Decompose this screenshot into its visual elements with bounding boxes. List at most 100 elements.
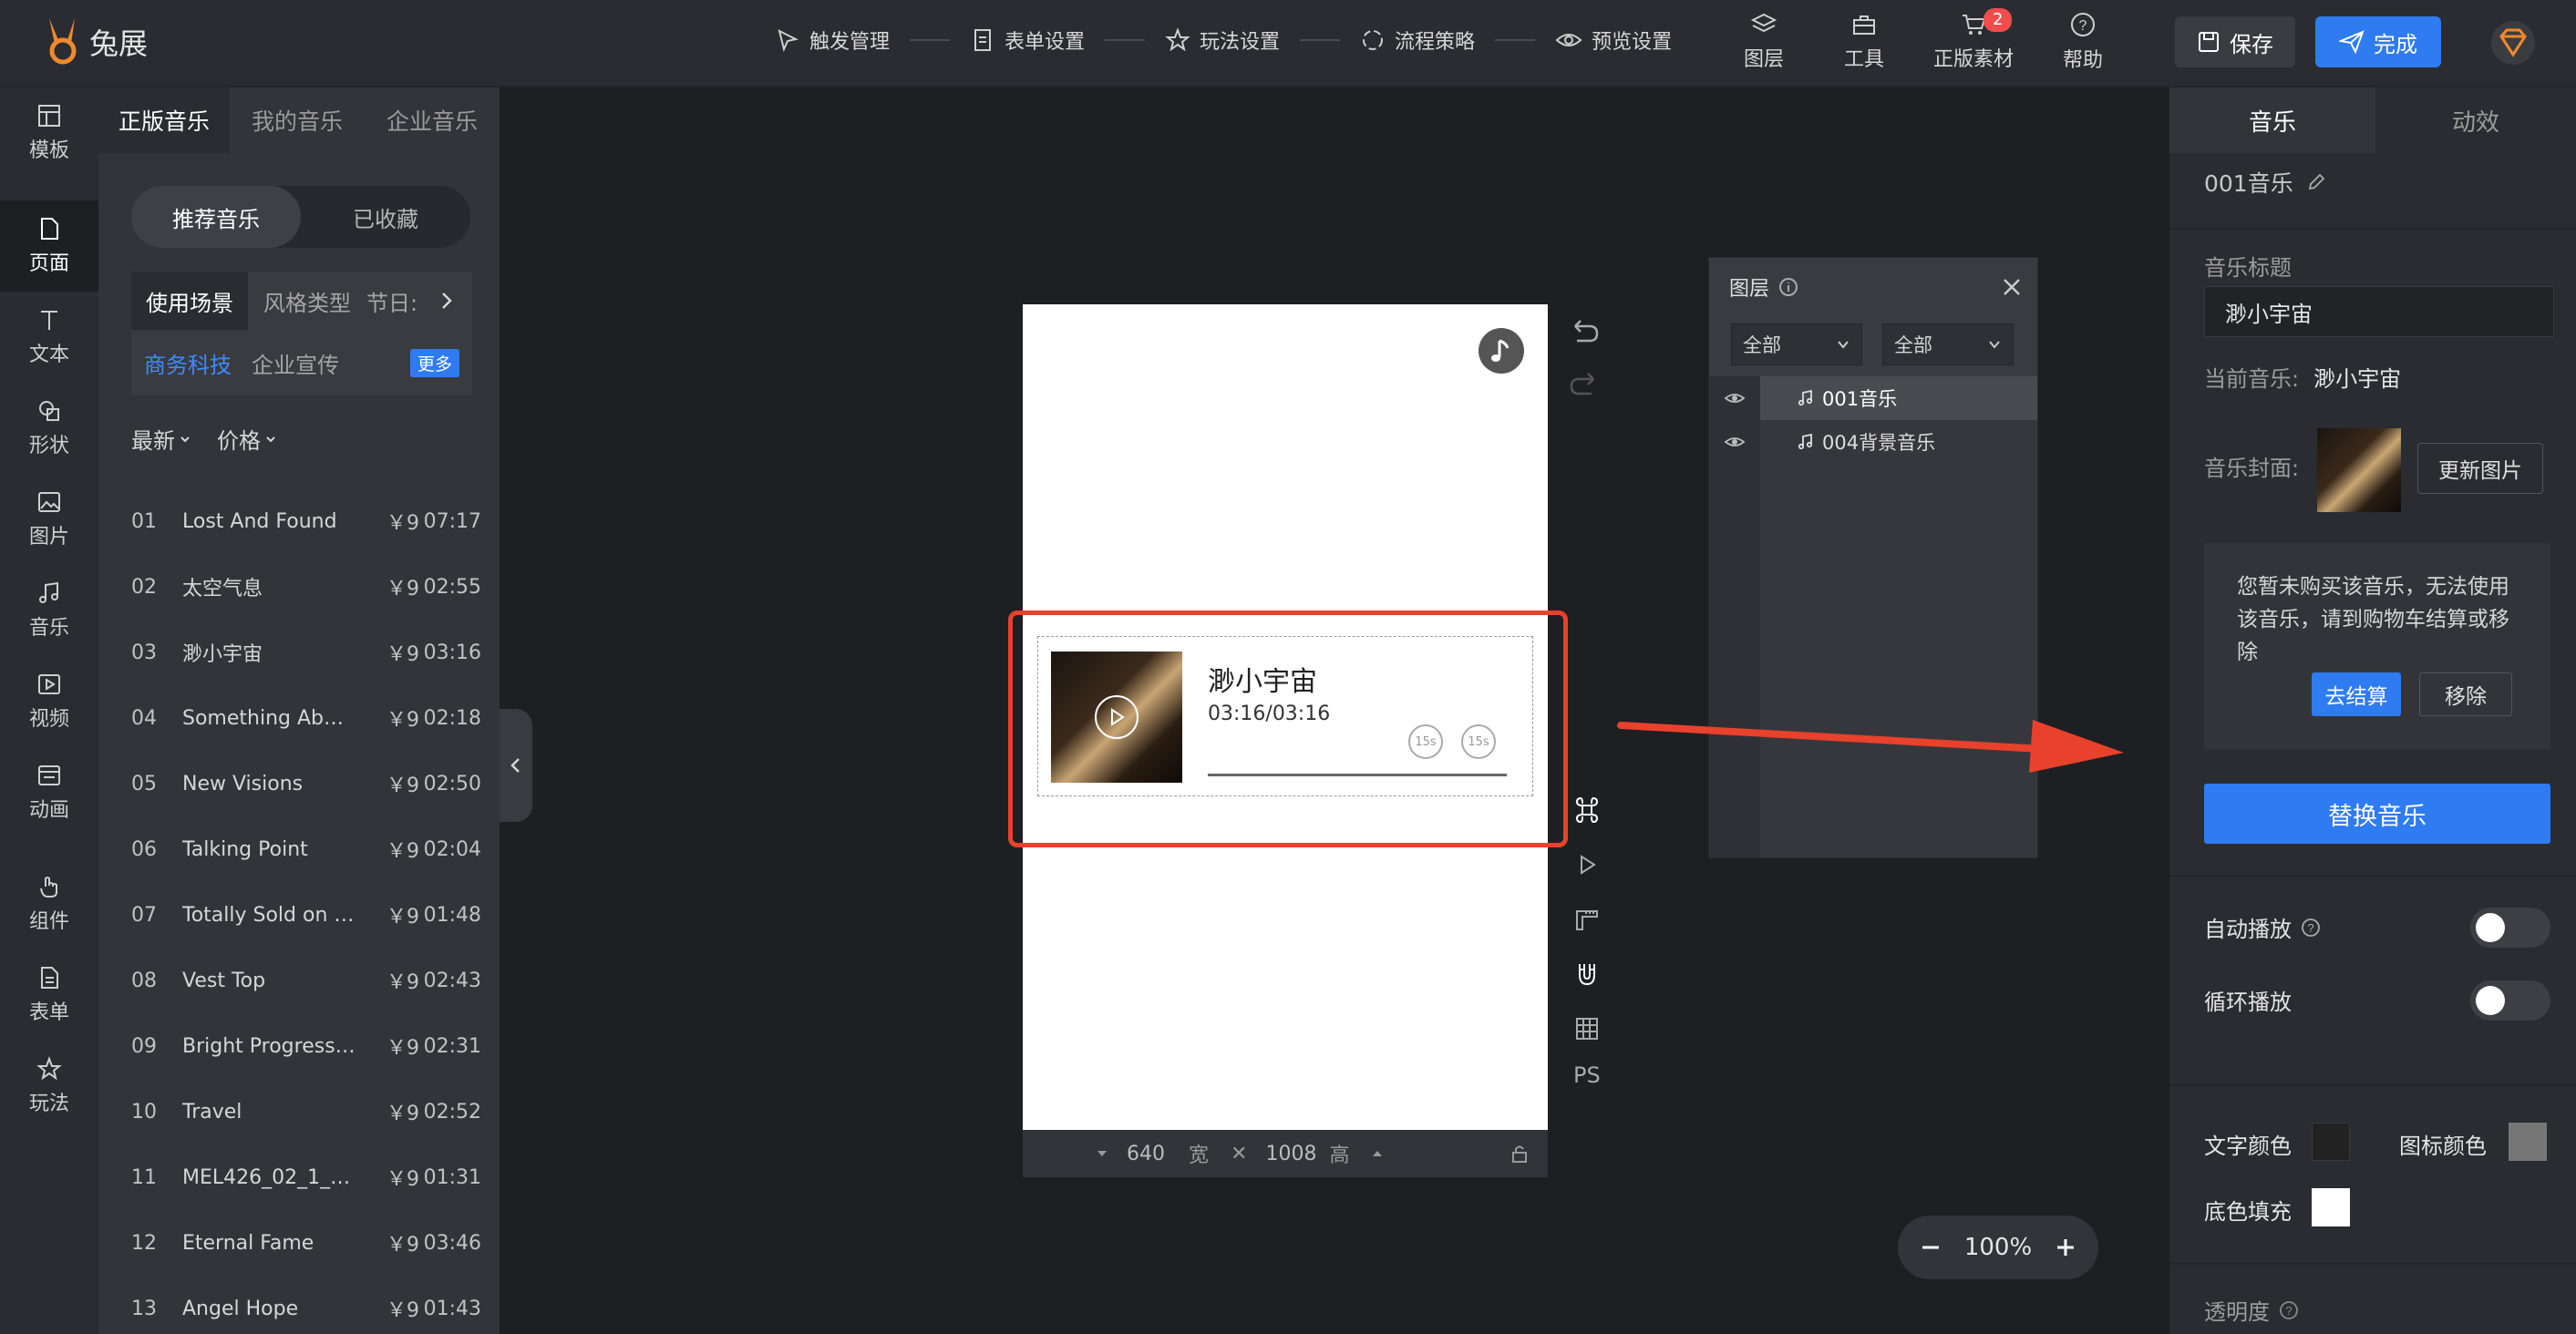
magnet-icon[interactable] xyxy=(1573,960,1601,988)
ps-import-button[interactable]: PS xyxy=(1573,1062,1604,1088)
tag-enterprise-promo[interactable]: 企业宣传 xyxy=(252,347,339,379)
licensed-material-tool[interactable]: 正版素材 2 xyxy=(1914,8,2033,72)
track-row[interactable]: 10 Travel ￥9 02:52 xyxy=(131,1079,481,1144)
command-icon[interactable] xyxy=(1573,796,1601,824)
step-trigger[interactable]: 触发管理 xyxy=(775,26,890,55)
track-row[interactable]: 01 Lost And Found ￥9 07:17 xyxy=(131,488,481,554)
sidebar-item-page[interactable]: 页面 xyxy=(0,200,98,292)
cart-badge: 2 xyxy=(1984,8,2013,32)
recommended-button[interactable]: 推荐音乐 xyxy=(131,186,301,248)
favorited-button[interactable]: 已收藏 xyxy=(301,186,470,248)
sidebar-item-image[interactable]: 图片 xyxy=(0,474,98,565)
lock-icon[interactable] xyxy=(1510,1144,1530,1164)
rabbit-logo-icon xyxy=(49,18,77,65)
caret-up-icon[interactable] xyxy=(1371,1149,1384,1158)
track-row[interactable]: 06 Talking Point ￥9 02:04 xyxy=(131,816,481,882)
track-row[interactable]: 13 Angel Hope ￥9 01:43 xyxy=(131,1276,481,1334)
sort-latest[interactable]: 最新 xyxy=(131,423,191,455)
canvas-width-input[interactable]: 640 xyxy=(1127,1143,1181,1165)
track-row[interactable]: 05 New Visions ￥9 02:50 xyxy=(131,751,481,816)
divider xyxy=(2169,1084,2576,1086)
grid-icon[interactable] xyxy=(1573,1015,1601,1042)
info-icon[interactable] xyxy=(1778,277,1798,297)
zoom-in-icon[interactable] xyxy=(2055,1237,2076,1258)
layer-filter-2[interactable]: 全部 xyxy=(1882,323,2014,365)
layers-tool[interactable]: 图层 xyxy=(1714,12,1814,72)
bgm-toggle-button[interactable] xyxy=(1479,328,1524,374)
track-row[interactable]: 08 Vest Top ￥9 02:43 xyxy=(131,948,481,1013)
icon-color-swatch[interactable] xyxy=(2509,1123,2547,1161)
layer-item-music[interactable]: 001音乐 xyxy=(1760,376,2037,420)
help-icon[interactable]: ? xyxy=(2301,918,2321,938)
edit-pencil-icon[interactable] xyxy=(2306,172,2326,192)
sidebar-item-shape[interactable]: 形状 xyxy=(0,383,98,474)
caret-down-icon[interactable] xyxy=(1096,1149,1108,1158)
template-icon xyxy=(38,105,60,127)
music-title-input[interactable]: 渺小宇宙 xyxy=(2204,286,2554,337)
step-form[interactable]: 表单设置 xyxy=(970,26,1085,55)
save-button[interactable]: 保存 xyxy=(2175,16,2295,67)
tab-effects[interactable]: 动效 xyxy=(2375,87,2576,153)
eye-icon[interactable] xyxy=(1724,391,1746,405)
tab-music[interactable]: 音乐 xyxy=(2169,87,2375,153)
redo-icon[interactable] xyxy=(1568,372,1601,399)
canvas-height-input[interactable]: 1008 xyxy=(1265,1143,1329,1165)
track-row[interactable]: 02 太空气息 ￥9 02:55 xyxy=(131,554,481,620)
user-avatar[interactable] xyxy=(2488,18,2538,67)
tab-holiday[interactable]: 节日: xyxy=(366,285,425,317)
divider xyxy=(2169,228,2576,230)
help-icon[interactable]: ? xyxy=(2279,1300,2299,1320)
eye-icon[interactable] xyxy=(1724,435,1746,449)
workflow-steps: 触发管理 表单设置 玩法设置 流程策略 预览设置 xyxy=(775,26,1672,55)
ruler-icon[interactable] xyxy=(1573,906,1601,933)
more-tags-button[interactable]: 更多 xyxy=(409,348,459,377)
track-row[interactable]: 11 MEL426_02_1_… ￥9 01:31 xyxy=(131,1144,481,1210)
track-row[interactable]: 07 Totally Sold on … ￥9 01:48 xyxy=(131,882,481,948)
tab-licensed-music[interactable]: 正版音乐 xyxy=(98,87,230,153)
bg-fill-swatch[interactable] xyxy=(2312,1188,2350,1226)
hand-pointer-icon xyxy=(40,877,57,898)
sidebar-item-music[interactable]: 音乐 xyxy=(0,565,98,656)
step-gameplay[interactable]: 玩法设置 xyxy=(1165,26,1280,55)
zoom-out-icon[interactable] xyxy=(1920,1237,1942,1258)
tab-usage-scene[interactable]: 使用场景 xyxy=(131,272,248,330)
undo-icon[interactable] xyxy=(1568,319,1601,346)
layer-item-bgm[interactable]: 004背景音乐 xyxy=(1760,420,2037,464)
done-button[interactable]: 完成 xyxy=(2315,16,2441,67)
sidebar-item-template[interactable]: 模板 xyxy=(0,87,98,179)
update-cover-button[interactable]: 更新图片 xyxy=(2417,443,2543,494)
collapse-panel-handle[interactable] xyxy=(500,709,532,822)
sort-price[interactable]: 价格 xyxy=(217,423,277,455)
logo[interactable]: 兔展 xyxy=(42,16,148,67)
tab-my-music[interactable]: 我的音乐 xyxy=(230,87,365,153)
sidebar-item-component[interactable]: 组件 xyxy=(0,858,98,949)
svg-text:?: ? xyxy=(2285,1304,2292,1318)
tag-business-tech[interactable]: 商务科技 xyxy=(144,347,232,379)
remove-button[interactable]: 移除 xyxy=(2419,672,2512,716)
sidebar-item-animation[interactable]: 动画 xyxy=(0,747,98,838)
sidebar-item-gameplay[interactable]: 玩法 xyxy=(0,1041,98,1132)
tab-style-type[interactable]: 风格类型 xyxy=(248,285,366,317)
help-tool[interactable]: ? 帮助 xyxy=(2033,11,2133,73)
selection-highlight xyxy=(1008,611,1568,847)
checkout-button[interactable]: 去结算 xyxy=(2312,672,2401,716)
sidebar-item-form[interactable]: 表单 xyxy=(0,949,98,1041)
text-color-swatch[interactable] xyxy=(2312,1123,2350,1161)
replace-music-button[interactable]: 替换音乐 xyxy=(2204,784,2550,844)
close-icon[interactable] xyxy=(2001,276,2023,298)
track-row[interactable]: 04 Something Abo… ￥9 02:18 xyxy=(131,685,481,751)
tools-tool[interactable]: 工具 xyxy=(1814,12,1914,72)
sidebar-item-video[interactable]: 视频 xyxy=(0,656,98,747)
autoplay-toggle[interactable] xyxy=(2470,908,2550,948)
tab-enterprise-music[interactable]: 企业音乐 xyxy=(365,87,500,153)
step-flow[interactable]: 流程策略 xyxy=(1360,26,1475,55)
track-row[interactable]: 12 Eternal Fame ￥9 03:46 xyxy=(131,1210,481,1276)
step-preview[interactable]: 预览设置 xyxy=(1555,26,1672,55)
sidebar-item-text[interactable]: 文本 xyxy=(0,292,98,383)
layer-filter-1[interactable]: 全部 xyxy=(1731,323,1862,365)
loop-toggle[interactable] xyxy=(2470,980,2550,1021)
play-preview-icon[interactable] xyxy=(1573,851,1601,878)
chevron-right-icon[interactable] xyxy=(438,290,456,312)
track-row[interactable]: 03 渺小宇宙 ￥9 03:16 xyxy=(131,620,481,685)
track-row[interactable]: 09 Bright Progress… ￥9 02:31 xyxy=(131,1013,481,1079)
